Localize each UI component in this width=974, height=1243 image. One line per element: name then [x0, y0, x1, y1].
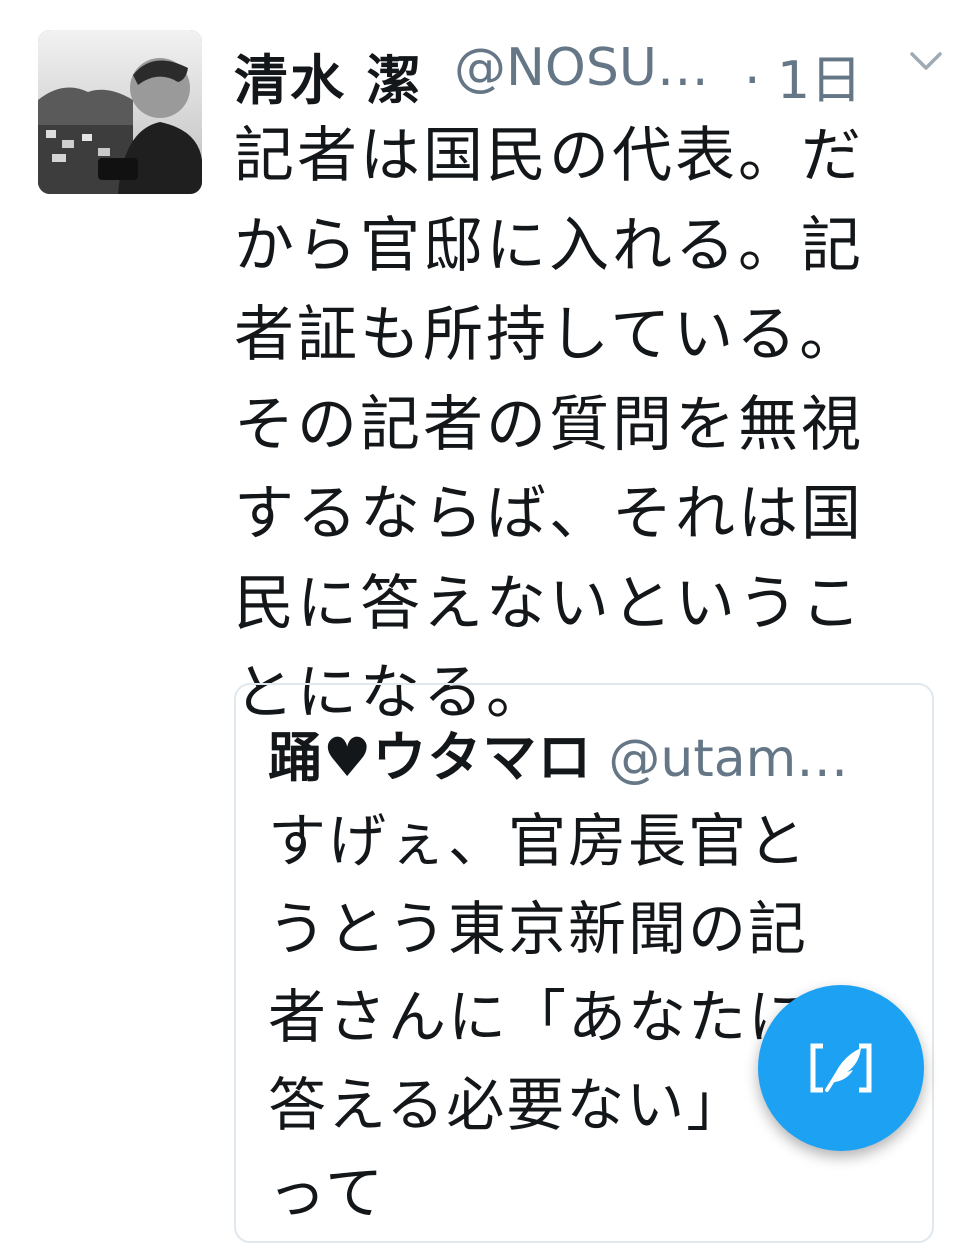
tweet-header: 清水 潔 @NOSU… · 1日 [234, 32, 954, 112]
quoted-tweet[interactable]: 踊♥ウタマロ @utam… すげぇ、官房長官と うとう東京新聞の記 者さんに「あなたに… [234, 683, 934, 1243]
quoted-tweet-header: 踊♥ウタマロ @utam… [268, 713, 848, 792]
author-name[interactable]: 清水 潔 [234, 36, 423, 115]
avatar[interactable] [38, 30, 202, 194]
compose-tweet-button[interactable] [758, 985, 924, 1151]
quoted-text-line: うとう東京新聞の記 [268, 895, 809, 963]
tweet-text-line: から官邸に入れる。記 [234, 210, 864, 281]
avatar-photo [38, 30, 202, 194]
quoted-text-line: すげぇ、官房長官と [268, 807, 809, 875]
author-handle[interactable]: @NOSU… [454, 38, 709, 98]
tweet[interactable]: 清水 潔 @NOSU… · 1日 記者は国民の代表。だ から官邸に入れる。記 者証も… [0, 0, 974, 1243]
tweet-timestamp[interactable]: · 1日 [744, 38, 862, 113]
quoted-author-name: 踊♥ウタマロ [268, 726, 593, 789]
quoted-author-handle: @utam… [608, 729, 849, 789]
tweet-text-line: 者証も所持している。 [234, 300, 863, 370]
tweet-text-line: するならば、それは国 [234, 479, 864, 549]
tweet-text-line: 民に答えないというこ [234, 568, 864, 639]
tweet-text-line: 記者は国民の代表。だ [234, 121, 864, 191]
compose-tweet-icon [810, 1043, 872, 1093]
quoted-text-line: って [268, 1159, 386, 1227]
tweet-text-line: その記者の質問を無視 [234, 389, 864, 460]
chevron-down-icon[interactable] [902, 38, 950, 86]
tweet-body: 記者は国民の代表。だ から官邸に入れる。記 者証も所持している。 その記者の質問を無視… [234, 112, 934, 739]
